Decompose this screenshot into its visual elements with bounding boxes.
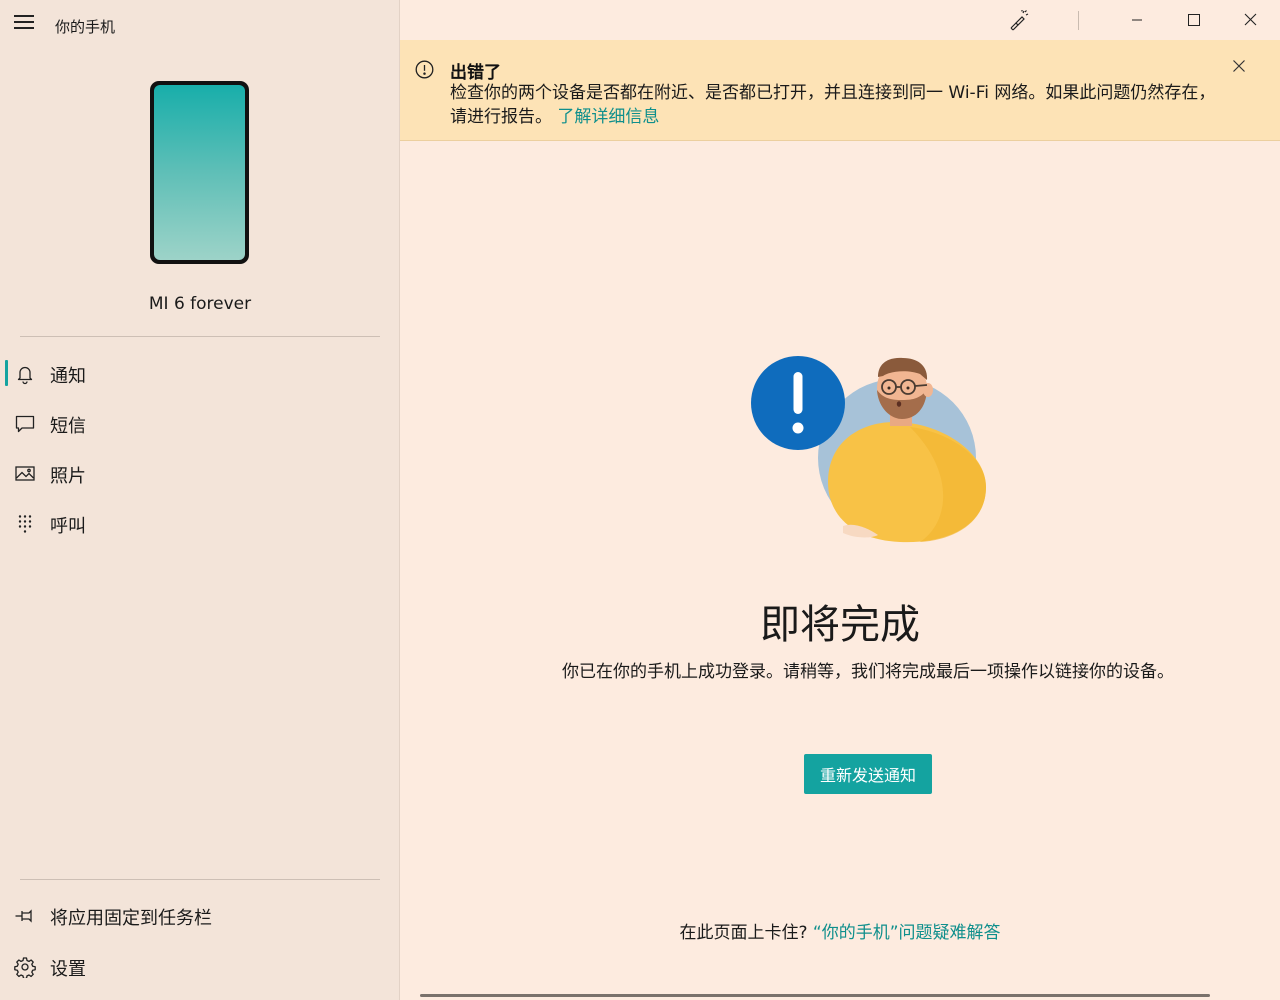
sidebar: 你的手机 MI 6 forever 通知 短信 照片 呼叫 将应用固定到任务栏 … — [0, 0, 400, 1000]
sidebar-divider-top — [20, 336, 380, 337]
sidebar-divider-bottom — [20, 879, 380, 880]
help-prefix: 在此页面上卡住? — [679, 923, 813, 943]
bell-icon — [14, 363, 36, 385]
info-icon — [415, 60, 434, 79]
device-name: MI 6 forever — [148, 294, 252, 314]
sidebar-item-label: 呼叫 — [50, 516, 86, 537]
gear-icon — [14, 956, 36, 980]
sidebar-item-notifications[interactable]: 通知 — [0, 351, 399, 395]
sidebar-item-settings[interactable]: 设置 — [0, 944, 399, 988]
sidebar-item-messages[interactable]: 短信 — [0, 401, 399, 445]
dialpad-icon — [14, 513, 36, 535]
feedback-icon[interactable] — [995, 0, 1041, 40]
app-title: 你的手机 — [55, 18, 116, 36]
sidebar-item-calls[interactable]: 呼叫 — [0, 501, 399, 545]
main-content: 出错了 检查你的两个设备是否都在附近、是否都已打开，并且连接到同一 Wi-Fi … — [400, 0, 1280, 1000]
resend-notification-button[interactable]: 重新发送通知 — [804, 754, 932, 794]
page-heading: 即将完成 — [760, 602, 920, 648]
banner-message: 检查你的两个设备是否都在附近、是否都已打开，并且连接到同一 Wi-Fi 网络。如… — [450, 81, 1220, 129]
learn-more-link[interactable]: 了解详细信息 — [557, 107, 659, 127]
close-icon[interactable] — [1228, 55, 1250, 77]
sidebar-item-label: 短信 — [50, 416, 86, 437]
phone-image — [150, 81, 249, 264]
help-line: 在此页面上卡住? “你的手机”问题疑难解答 — [400, 918, 1280, 943]
person-with-alert-illustration — [750, 352, 990, 547]
pin-to-taskbar-button[interactable]: 将应用固定到任务栏 — [0, 893, 399, 937]
titlebar-separator — [1078, 11, 1079, 30]
sidebar-item-label: 将应用固定到任务栏 — [50, 908, 212, 929]
sidebar-item-label: 照片 — [50, 466, 86, 487]
banner-title: 出错了 — [450, 63, 501, 83]
troubleshoot-link[interactable]: “你的手机”问题疑难解答 — [813, 923, 1001, 943]
page-description: 你已在你的手机上成功登录。请稍等，我们将完成最后一项操作以链接你的设备。 — [562, 662, 1174, 682]
sidebar-topbar: 你的手机 — [0, 0, 400, 50]
minimize-icon[interactable] — [1114, 0, 1160, 40]
sidebar-item-photos[interactable]: 照片 — [0, 451, 399, 495]
message-icon — [14, 413, 36, 435]
horizontal-scrollbar[interactable] — [420, 994, 1210, 997]
sidebar-item-label: 设置 — [50, 959, 86, 980]
sidebar-item-label: 通知 — [50, 366, 86, 387]
app-window: 你的手机 MI 6 forever 通知 短信 照片 呼叫 将应用固定到任务栏 … — [0, 0, 1280, 1000]
window-titlebar — [400, 0, 1280, 40]
maximize-icon[interactable] — [1171, 0, 1217, 40]
close-window-icon[interactable] — [1227, 0, 1273, 40]
error-banner: 出错了 检查你的两个设备是否都在附近、是否都已打开，并且连接到同一 Wi-Fi … — [400, 40, 1280, 141]
pin-icon — [14, 905, 36, 927]
photo-icon — [14, 463, 36, 485]
hamburger-menu-icon[interactable] — [14, 15, 36, 35]
